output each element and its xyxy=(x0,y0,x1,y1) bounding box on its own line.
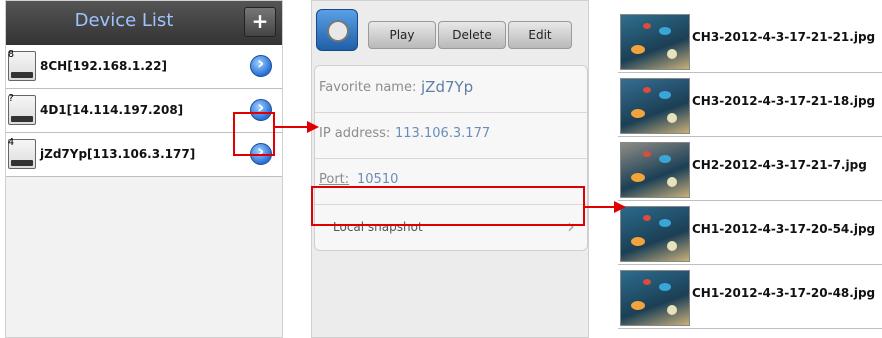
thumbnail-detail xyxy=(631,301,645,310)
snapshot-filename: CH1-2012-4-3-17-20-54.jpg xyxy=(692,222,876,236)
thumbnail-detail xyxy=(643,87,651,93)
ip-address-label: IP address: xyxy=(319,126,391,141)
device-label: 8CH[192.168.1.22] xyxy=(40,59,167,73)
snapshot-thumbnail xyxy=(620,142,690,198)
thumbnail-detail xyxy=(631,173,645,182)
snapshot-filename: CH3-2012-4-3-17-21-18.jpg xyxy=(692,94,876,108)
annotation-arrow-icon xyxy=(614,201,626,213)
thumbnail-detail xyxy=(643,215,651,221)
favorite-name-label: Favorite name: xyxy=(319,80,417,95)
snapshot-thumbnail xyxy=(620,78,690,134)
device-list-header: Device List + xyxy=(6,1,282,45)
thumbnail-detail xyxy=(667,113,677,123)
port-value: 10510 xyxy=(357,172,399,187)
thumbnail-detail xyxy=(643,279,651,285)
device-list-panel: Device List + 8 8CH[192.168.1.22] ? 4D1[… xyxy=(5,0,283,338)
annotation-arrow-icon xyxy=(307,121,319,133)
device-detail-panel: Play Delete Edit Favorite name: jZd7Yp I… xyxy=(311,0,589,338)
camera-icon[interactable] xyxy=(316,9,358,51)
highlight-box-arrow xyxy=(233,112,275,156)
snapshot-filename: CH1-2012-4-3-17-20-48.jpg xyxy=(692,286,876,300)
device-row[interactable]: 8 8CH[192.168.1.22] xyxy=(6,45,282,89)
snapshot-thumbnail xyxy=(620,206,690,262)
snapshot-thumbnail xyxy=(620,270,690,326)
annotation-connector xyxy=(585,206,617,208)
device-label: 4D1[14.114.197.208] xyxy=(40,103,184,117)
edit-button[interactable]: Edit xyxy=(508,21,572,49)
thumbnail-detail xyxy=(667,305,677,315)
snapshot-row[interactable]: CH3-2012-4-3-17-21-18.jpg xyxy=(618,72,882,137)
thumbnail-detail xyxy=(667,241,677,251)
thumbnail-detail xyxy=(631,109,645,118)
delete-button[interactable]: Delete xyxy=(438,21,506,49)
add-device-button[interactable]: + xyxy=(244,7,276,37)
thumbnail-detail xyxy=(667,177,677,187)
snapshot-filename: CH2-2012-4-3-17-21-7.jpg xyxy=(692,158,867,172)
thumbnail-detail xyxy=(659,155,671,163)
thumbnail-detail xyxy=(631,45,645,54)
snapshot-row[interactable]: CH1-2012-4-3-17-20-54.jpg xyxy=(618,200,882,265)
thumbnail-detail xyxy=(631,237,645,246)
snapshot-filename: CH3-2012-4-3-17-21-21.jpg xyxy=(692,30,876,44)
thumbnail-detail xyxy=(659,283,671,291)
thumbnail-detail xyxy=(643,23,651,29)
favorite-name-value: jZd7Yp xyxy=(421,78,474,96)
thumbnail-detail xyxy=(659,219,671,227)
thumbnail-detail xyxy=(643,151,651,157)
snapshot-list-panel: CH3-2012-4-3-17-21-21.jpg CH3-2012-4-3-17… xyxy=(618,0,882,338)
port-label: Port: xyxy=(319,172,350,187)
device-detail-arrow-icon[interactable] xyxy=(250,53,272,77)
thumbnail-detail xyxy=(667,49,677,59)
device-channel-count: 4 xyxy=(8,137,15,148)
thumbnail-detail xyxy=(659,27,671,35)
snapshot-row[interactable]: CH1-2012-4-3-17-20-48.jpg xyxy=(618,264,882,329)
detail-toolbar: Play Delete Edit xyxy=(312,1,588,59)
favorite-name-row: Favorite name: jZd7Yp xyxy=(315,66,587,113)
device-channel-count: 8 xyxy=(8,49,15,60)
ip-address-row: IP address: 113.106.3.177 xyxy=(315,112,587,159)
device-channel-count: ? xyxy=(8,93,15,104)
ip-address-value: 113.106.3.177 xyxy=(395,126,491,141)
annotation-connector xyxy=(275,126,309,128)
highlight-box-snapshot xyxy=(311,186,585,226)
device-label: jZd7Yp[113.106.3.177] xyxy=(40,147,196,161)
thumbnail-detail xyxy=(659,91,671,99)
play-button[interactable]: Play xyxy=(368,21,436,49)
device-list-title: Device List xyxy=(74,10,174,31)
snapshot-row[interactable]: CH2-2012-4-3-17-21-7.jpg xyxy=(618,136,882,201)
snapshot-thumbnail xyxy=(620,14,690,70)
snapshot-row[interactable]: CH3-2012-4-3-17-21-21.jpg xyxy=(618,8,882,73)
